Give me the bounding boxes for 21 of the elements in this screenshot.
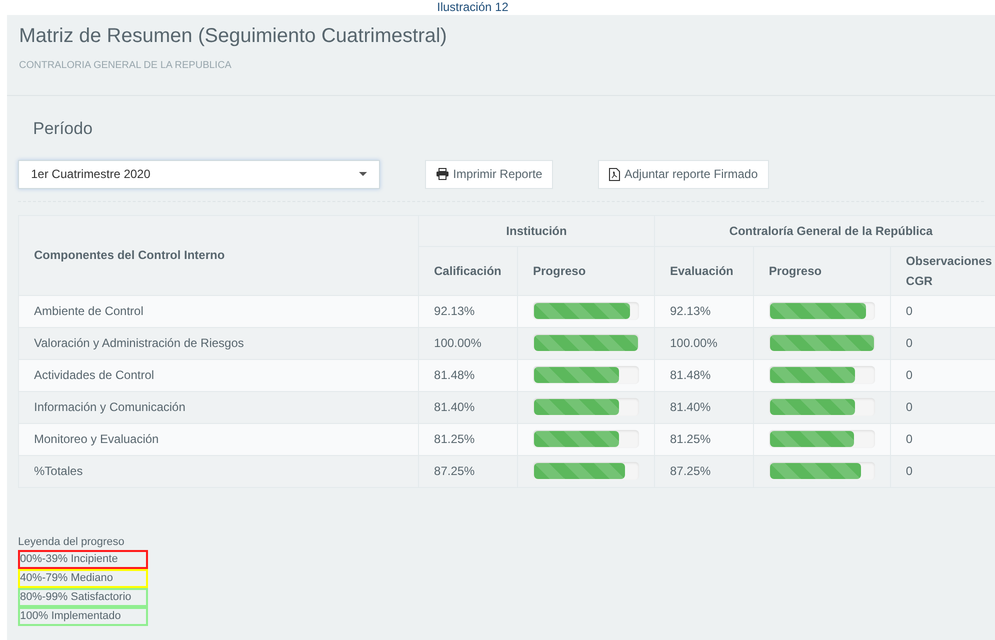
legend-title: Leyenda del progreso xyxy=(18,534,124,550)
legend-item: 00%-39% Incipiente xyxy=(18,550,148,568)
table-cell: 87.25% xyxy=(418,455,518,487)
legend-item: 80%-99% Satisfactorio xyxy=(18,588,148,606)
legend-item: 100% Implementado xyxy=(18,606,148,626)
column-group-header: Contraloría General de la República xyxy=(654,215,995,246)
period-label: Período xyxy=(33,118,94,140)
table-cell: 87.25% xyxy=(654,455,754,487)
caret-icon xyxy=(359,172,367,176)
report-button[interactable]: Adjuntar reporte Firmado xyxy=(598,160,769,188)
column-group-header: Institución xyxy=(418,215,654,246)
page-title: Matriz de Resumen (Seguimiento Cuatrimestral) xyxy=(19,24,448,49)
printer-icon xyxy=(436,168,449,180)
period-select[interactable]: 1er Cuatrimestre 2020 xyxy=(18,160,380,188)
report-button[interactable]: Imprimir Reporte xyxy=(425,160,554,188)
legend-item: 40%-79% Mediano xyxy=(18,568,148,588)
page-subtitle: CONTRALORIA GENERAL DE LA REPUBLICA xyxy=(19,59,232,73)
figure-caption: Ilustración 12 xyxy=(437,0,510,15)
table-cell: %Totales xyxy=(18,455,419,487)
table-cell: 0 xyxy=(890,455,995,487)
pdf-file-icon xyxy=(609,168,620,180)
